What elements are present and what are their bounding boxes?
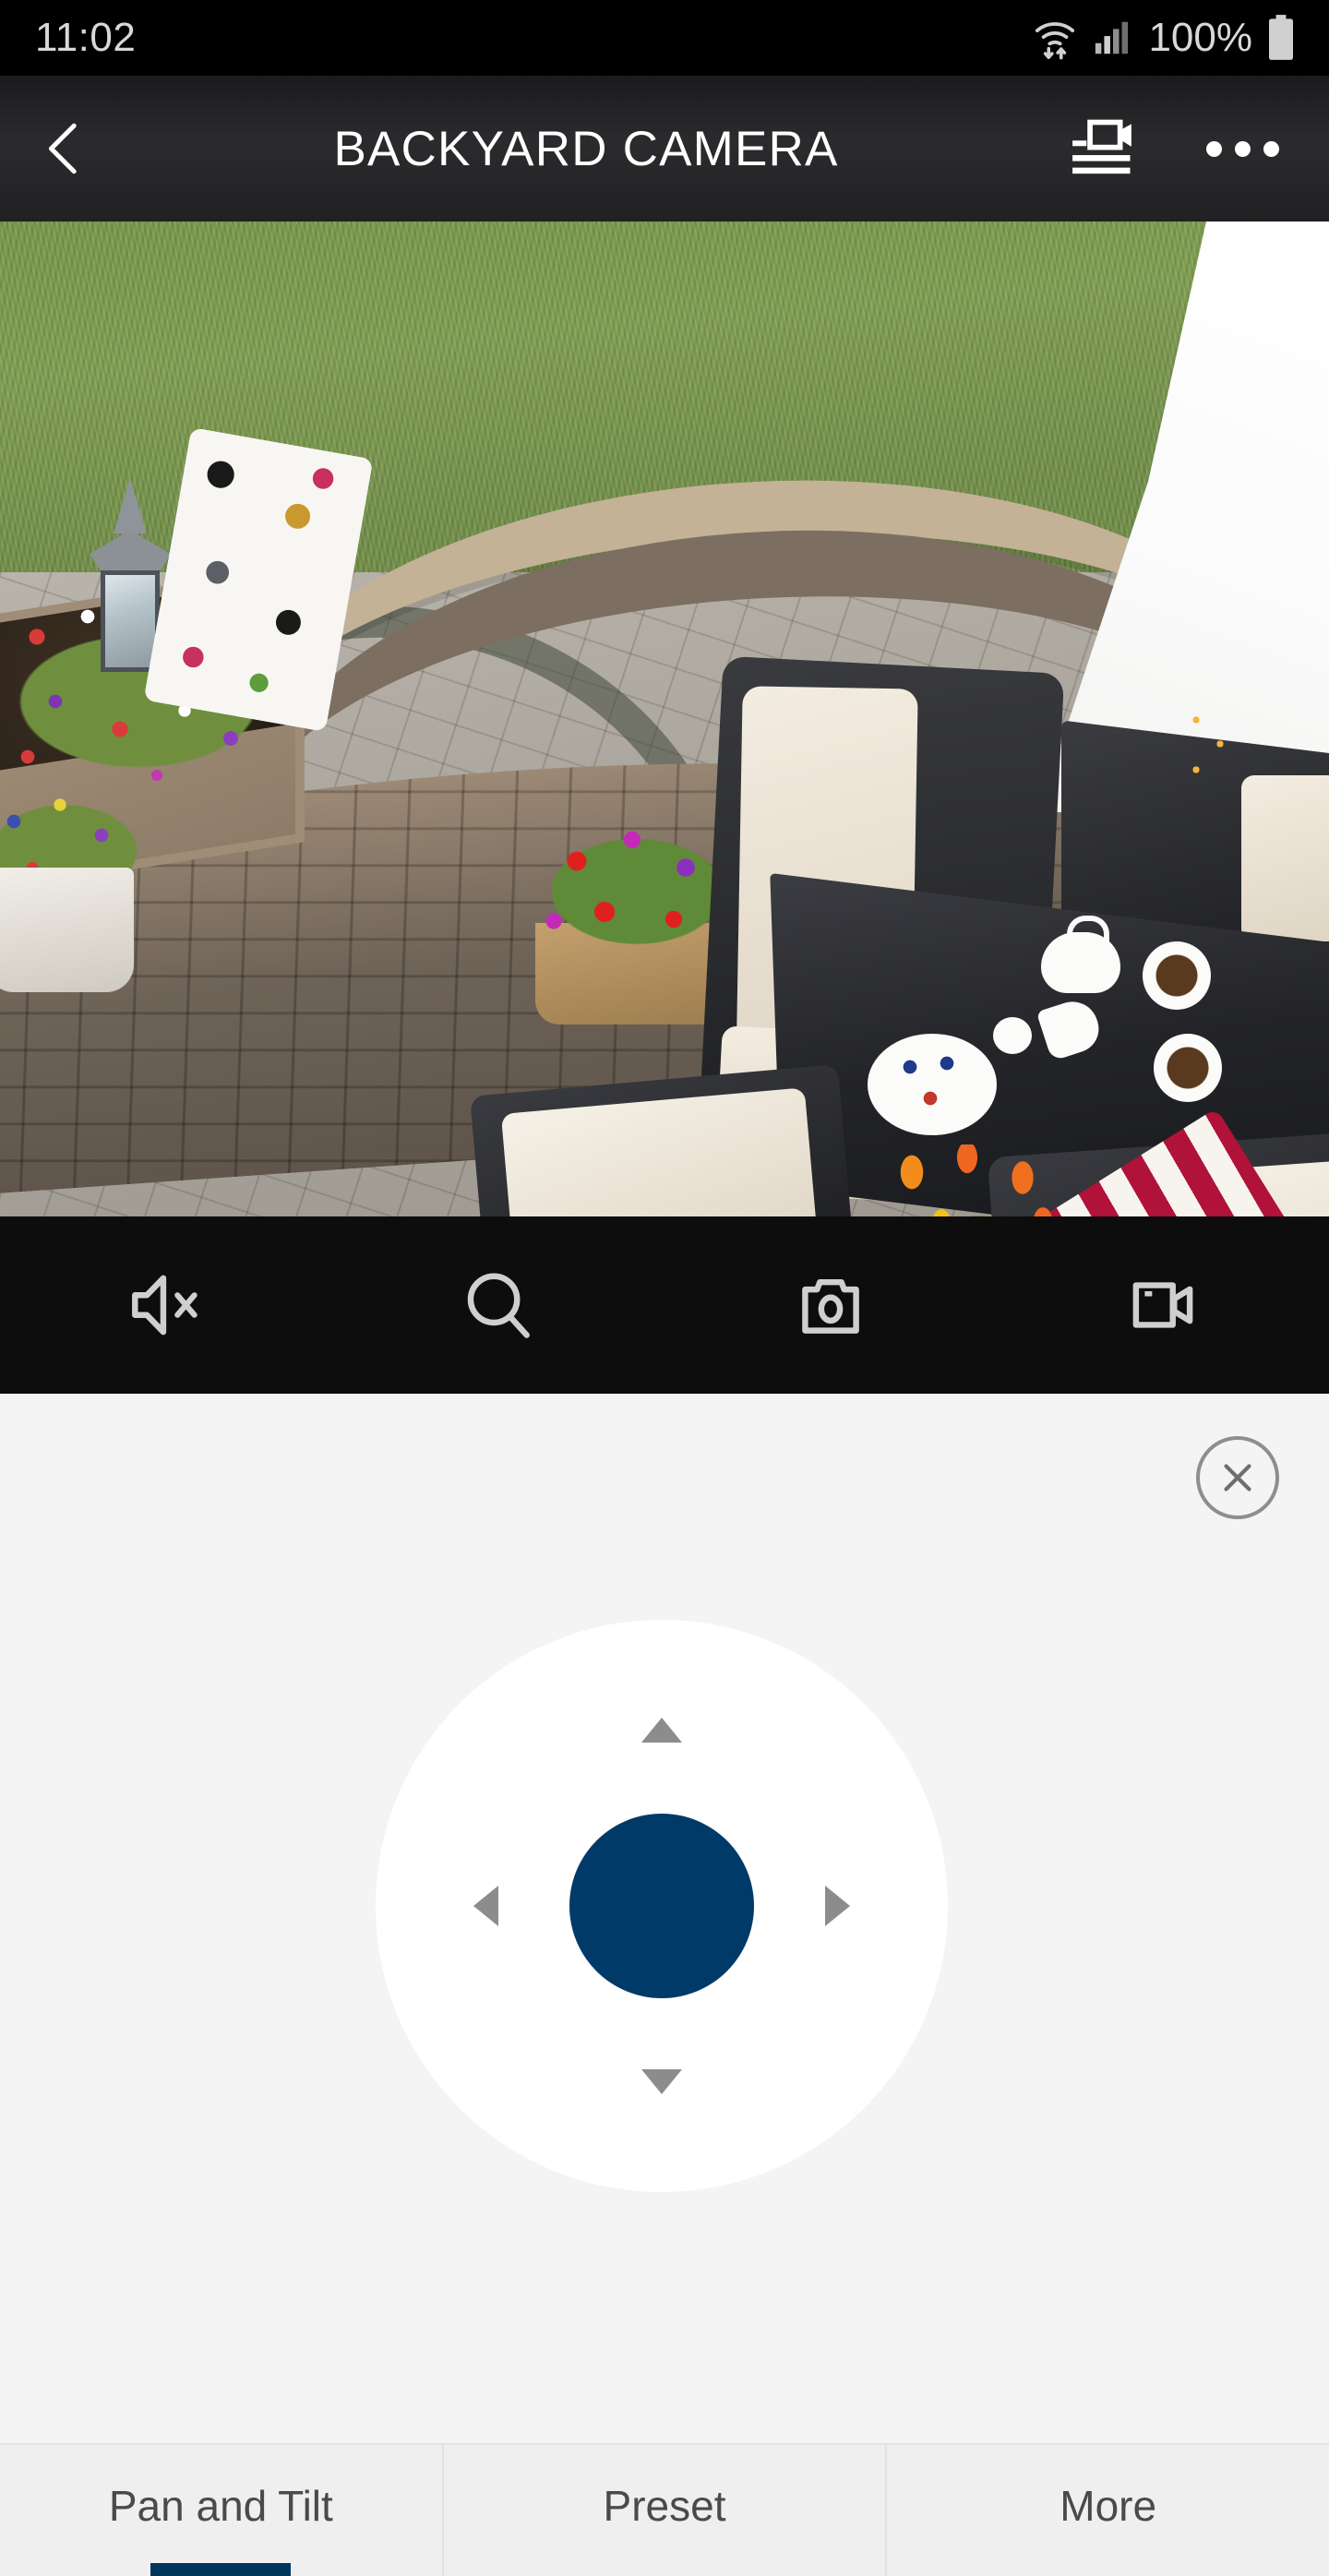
live-video-view[interactable] bbox=[0, 222, 1329, 1216]
video-list-icon bbox=[1069, 114, 1139, 184]
mute-button[interactable] bbox=[0, 1216, 332, 1394]
scene-teacup-one bbox=[1143, 941, 1211, 1010]
status-bar-clock: 11:02 bbox=[35, 15, 137, 60]
close-circle-icon bbox=[1216, 1456, 1259, 1499]
status-bar: 11:02 100% bbox=[0, 0, 1329, 76]
scene-red-candle-lantern bbox=[1179, 683, 1239, 803]
camera-app-screen: 11:02 100% BACKYARD CAMERA Pan and Tilt … bbox=[0, 0, 1329, 2576]
pan-left-arrow-icon[interactable] bbox=[473, 1886, 498, 1926]
scene-ottoman-cushion bbox=[500, 1087, 820, 1216]
tab-more[interactable]: More bbox=[887, 2445, 1329, 2576]
scene-white-pot bbox=[0, 868, 134, 992]
battery-icon bbox=[1264, 14, 1298, 62]
scene-lantern-hood bbox=[90, 530, 171, 574]
video-list-button[interactable] bbox=[1061, 98, 1146, 199]
battery-percent-label: 100% bbox=[1148, 15, 1252, 60]
tilt-up-arrow-icon[interactable] bbox=[641, 1718, 682, 1743]
scene-far-right-cushion bbox=[1241, 775, 1329, 941]
scene-tulips bbox=[858, 1144, 1098, 1216]
scene-teacup-two bbox=[1154, 1034, 1222, 1102]
video-camera-icon bbox=[1120, 1263, 1205, 1348]
camera-icon bbox=[788, 1263, 873, 1348]
header-actions bbox=[1061, 98, 1329, 199]
back-button[interactable] bbox=[0, 76, 129, 222]
tilt-down-arrow-icon[interactable] bbox=[641, 2069, 682, 2094]
speaker-mute-icon bbox=[124, 1263, 209, 1348]
tab-pan-and-tilt-label: Pan and Tilt bbox=[108, 2482, 333, 2530]
pan-tilt-joystick[interactable] bbox=[376, 1620, 948, 2192]
scene-cupcakes bbox=[893, 1050, 973, 1120]
magnifier-icon bbox=[456, 1263, 541, 1348]
overflow-menu-icon bbox=[1205, 140, 1279, 157]
bottom-tab-bar: Pan and Tilt Preset More bbox=[0, 2443, 1329, 2576]
tab-preset-label: Preset bbox=[603, 2482, 726, 2530]
active-tab-indicator bbox=[150, 2563, 292, 2576]
tab-pan-and-tilt[interactable]: Pan and Tilt bbox=[0, 2445, 444, 2576]
tab-more-label: More bbox=[1060, 2482, 1157, 2530]
record-button[interactable] bbox=[997, 1216, 1329, 1394]
zoom-button[interactable] bbox=[332, 1216, 664, 1394]
scene-lantern-finial bbox=[114, 478, 147, 533]
app-header: BACKYARD CAMERA bbox=[0, 76, 1329, 222]
cellular-signal-icon bbox=[1092, 17, 1134, 59]
scene-teapot bbox=[1041, 916, 1120, 993]
back-chevron-icon bbox=[32, 116, 97, 181]
pan-right-arrow-icon[interactable] bbox=[825, 1886, 850, 1926]
close-panel-button[interactable] bbox=[1196, 1436, 1279, 1519]
scene-sugar-bowl bbox=[993, 1017, 1032, 1054]
snapshot-button[interactable] bbox=[664, 1216, 997, 1394]
joystick-center-handle[interactable] bbox=[569, 1814, 754, 1998]
page-title: BACKYARD CAMERA bbox=[333, 121, 839, 176]
status-bar-indicators: 100% bbox=[1030, 13, 1298, 63]
overflow-menu-button[interactable] bbox=[1200, 98, 1285, 199]
wifi-data-icon bbox=[1030, 13, 1080, 63]
tab-preset[interactable]: Preset bbox=[444, 2445, 888, 2576]
video-control-bar bbox=[0, 1216, 1329, 1394]
video-scene bbox=[0, 222, 1329, 1216]
